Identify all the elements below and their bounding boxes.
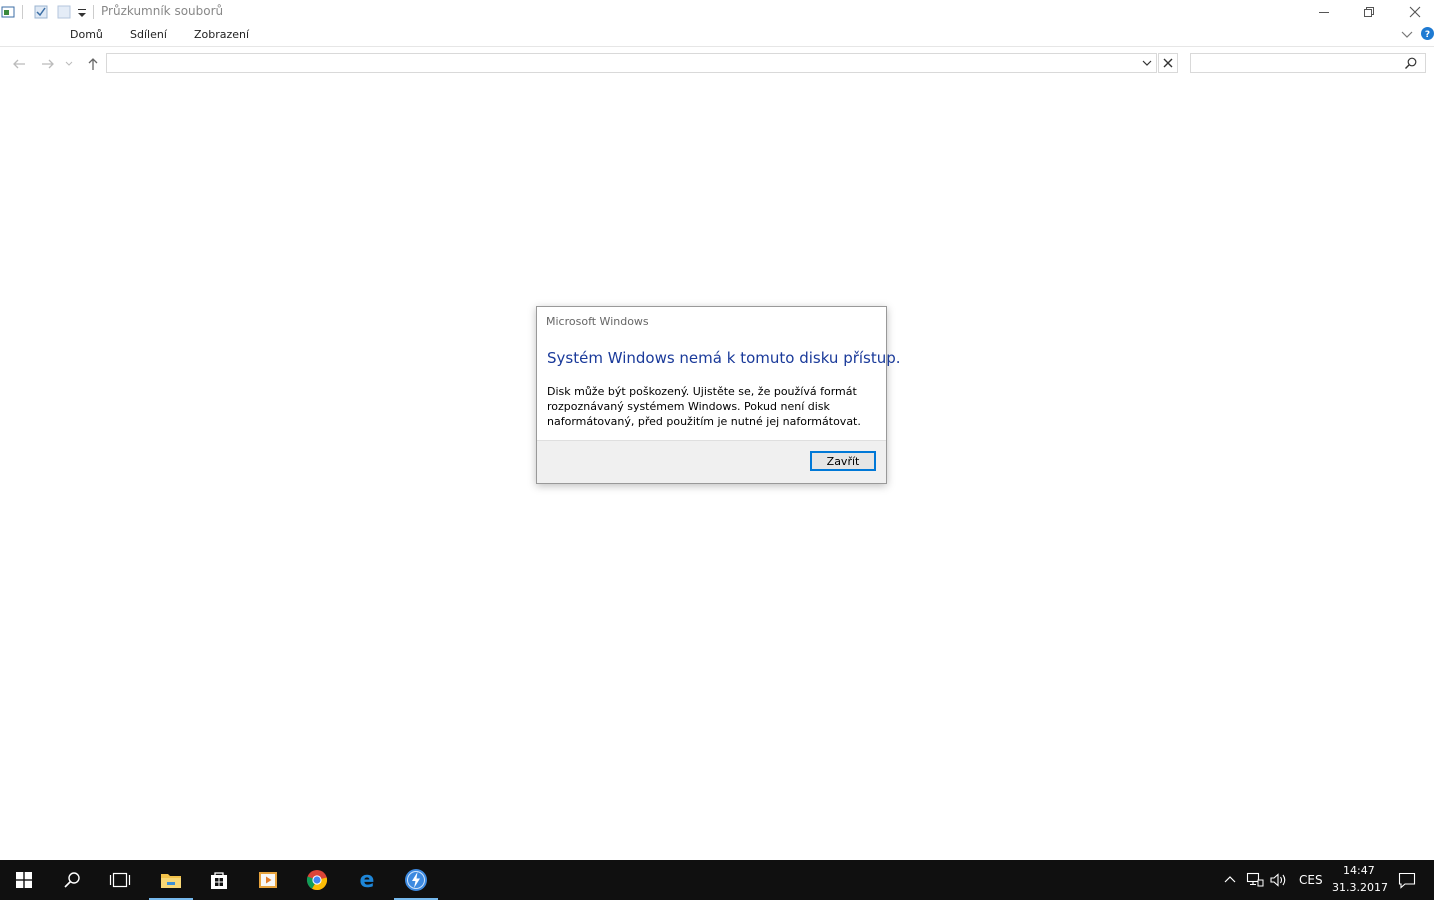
expand-ribbon-icon[interactable] xyxy=(1401,30,1413,40)
forward-button[interactable] xyxy=(39,55,57,73)
close-icon xyxy=(1409,6,1421,18)
minimize-button[interactable] xyxy=(1301,0,1347,24)
volume-icon[interactable] xyxy=(1270,872,1288,888)
search-icon xyxy=(64,872,80,888)
taskbar-edge[interactable]: e xyxy=(343,860,391,900)
task-view-button[interactable] xyxy=(96,860,144,900)
divider xyxy=(22,5,23,19)
dialog-footer: Zavřít xyxy=(537,440,886,483)
back-arrow-icon xyxy=(13,59,25,69)
chevron-down-icon xyxy=(65,61,73,66)
close-dialog-button[interactable]: Zavřít xyxy=(810,451,876,471)
taskbar: e CES 14:47 31.3.2017 xyxy=(0,860,1434,900)
taskbar-chrome[interactable] xyxy=(293,860,341,900)
restore-icon xyxy=(1364,7,1374,17)
tab-share[interactable]: Sdílení xyxy=(130,28,167,41)
network-icon[interactable] xyxy=(1246,872,1264,888)
dialog-message: Disk může být poškozený. Ujistěte se, že… xyxy=(547,384,877,429)
restore-button[interactable] xyxy=(1346,0,1392,24)
thunderbolt-icon xyxy=(405,869,427,891)
close-icon xyxy=(1163,58,1173,68)
store-icon xyxy=(211,872,227,889)
taskbar-file-explorer[interactable] xyxy=(147,860,195,900)
show-hidden-icons-icon[interactable] xyxy=(1224,874,1236,884)
back-button[interactable] xyxy=(10,55,28,73)
window-title: Průzkumník souborů xyxy=(101,4,224,18)
chrome-icon xyxy=(306,870,328,891)
search-input[interactable] xyxy=(1190,53,1426,73)
new-folder-icon[interactable] xyxy=(57,5,71,19)
edge-icon: e xyxy=(360,869,375,891)
chevron-down-icon xyxy=(1142,60,1152,66)
taskbar-store[interactable] xyxy=(195,860,243,900)
task-view-icon xyxy=(109,872,131,888)
dialog-message-line: rozpoznávaný systémem Windows. Pokud nen… xyxy=(547,400,830,413)
clock-date[interactable]: 31.3.2017 xyxy=(1332,881,1388,894)
divider xyxy=(93,5,94,19)
taskbar-search-button[interactable] xyxy=(48,860,96,900)
dialog-message-line: Disk může být poškozený. Ujistěte se, že… xyxy=(547,385,857,398)
ribbon: Domů Sdílení Zobrazení ? xyxy=(0,24,1434,47)
error-dialog: Microsoft Windows Systém Windows nemá k … xyxy=(536,306,901,484)
tab-home[interactable]: Domů xyxy=(70,28,103,41)
title-bar: Průzkumník souborů xyxy=(0,0,1434,24)
dialog-caption: Microsoft Windows xyxy=(546,315,649,328)
address-history-dropdown[interactable] xyxy=(1140,56,1154,70)
taskbar-media-player[interactable] xyxy=(244,860,292,900)
explorer-window-icon[interactable] xyxy=(1,5,15,19)
address-bar[interactable] xyxy=(106,53,1157,73)
up-arrow-icon xyxy=(88,58,98,70)
help-icon[interactable]: ? xyxy=(1421,27,1434,40)
minimize-icon xyxy=(1319,12,1329,13)
recent-locations-button[interactable] xyxy=(63,55,75,73)
dialog-message-line: naformátovaný, před použitím je nutné je… xyxy=(547,415,861,428)
media-player-icon xyxy=(259,872,277,888)
start-icon xyxy=(16,872,32,888)
file-explorer-icon xyxy=(161,874,181,888)
properties-icon[interactable] xyxy=(34,5,48,19)
tab-view[interactable]: Zobrazení xyxy=(194,28,249,41)
close-button[interactable] xyxy=(1392,0,1434,24)
svg-text:?: ? xyxy=(1425,30,1430,40)
search-icon[interactable] xyxy=(1404,56,1418,70)
svg-text:e: e xyxy=(360,869,375,891)
input-language[interactable]: CES xyxy=(1299,873,1323,887)
taskbar-app-active[interactable] xyxy=(392,860,440,900)
start-button[interactable] xyxy=(0,860,48,900)
up-button[interactable] xyxy=(84,55,102,73)
clock-time[interactable]: 14:47 xyxy=(1343,864,1375,877)
action-center-icon[interactable] xyxy=(1398,872,1416,889)
forward-arrow-icon xyxy=(42,59,54,69)
address-stop-button[interactable] xyxy=(1158,53,1178,73)
dialog-heading: Systém Windows nemá k tomuto disku příst… xyxy=(547,349,901,367)
customize-quick-access-icon[interactable] xyxy=(75,6,89,20)
